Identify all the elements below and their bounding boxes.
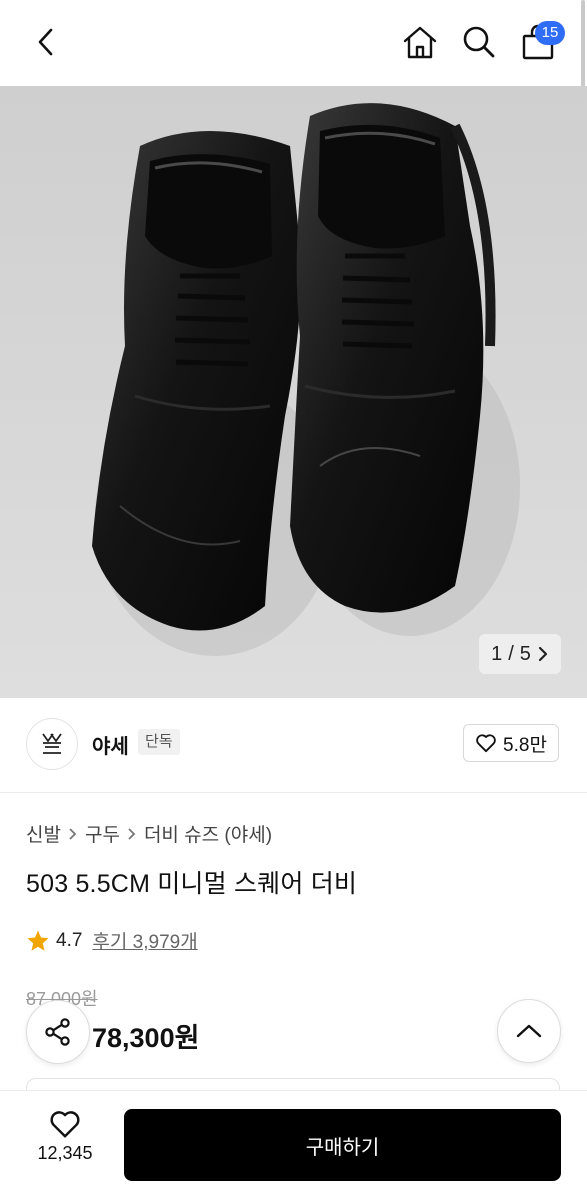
home-button[interactable] (398, 20, 442, 64)
brand-name[interactable]: 야세 (92, 730, 129, 759)
pager-current: 1 (491, 642, 503, 665)
brand-logo-icon (42, 733, 62, 754)
chevron-up-icon (516, 1024, 542, 1038)
brand-like-button[interactable]: 5.8만 (463, 724, 559, 762)
pager-total: 5 (519, 642, 531, 665)
scroll-top-button[interactable] (497, 999, 561, 1063)
brand-like-count: 5.8만 (503, 734, 547, 756)
image-pager[interactable]: 1 / 5 (479, 634, 561, 674)
chevron-right-icon (538, 646, 548, 662)
search-icon (463, 26, 495, 58)
heart-outline-icon (476, 734, 496, 753)
scrollbar[interactable] (581, 0, 585, 96)
brand-row: 야세 단독 5.8만 (0, 698, 587, 793)
product-photo-derby-shoes (0, 86, 587, 698)
breadcrumb: 신발 구두 더비 슈즈 (야세) (26, 820, 272, 847)
share-icon (45, 1018, 70, 1046)
chevron-left-icon (38, 28, 53, 56)
breadcrumb-item-subcategory[interactable]: 구두 (85, 820, 120, 847)
cart-count-badge: 15 (535, 21, 565, 45)
wishlist-count: 12,345 (37, 1143, 93, 1163)
share-button[interactable] (26, 1000, 90, 1064)
review-count-link[interactable]: 후기 3,979개 (92, 927, 197, 954)
breadcrumb-item-brand-category[interactable]: 더비 슈즈 (야세) (144, 820, 272, 847)
back-button[interactable] (24, 20, 68, 64)
rating-value: 4.7 (56, 929, 83, 951)
buy-button[interactable]: 구매하기 (124, 1109, 561, 1181)
exclusive-tag: 단독 (138, 729, 180, 755)
chevron-right-icon (128, 827, 136, 840)
breadcrumb-item-category[interactable]: 신발 (26, 820, 61, 847)
pager-separator: / (508, 642, 514, 665)
heart-outline-icon (50, 1111, 80, 1138)
rating-row: 4.7 후기 3,979개 (26, 927, 198, 954)
product-image-carousel[interactable] (0, 86, 587, 698)
star-icon (27, 930, 49, 951)
wishlist-button[interactable]: 12,345 (26, 1109, 104, 1179)
sale-price: 78,300원 (92, 1023, 200, 1053)
search-button[interactable] (457, 20, 501, 64)
product-title: 503 5.5CM 미니멀 스퀘어 더비 (26, 870, 358, 898)
brand-logo[interactable] (26, 718, 78, 770)
chevron-right-icon (69, 827, 77, 840)
top-app-bar: 15 (0, 0, 587, 96)
bottom-purchase-bar: 12,345 구매하기 (0, 1090, 587, 1201)
home-icon (403, 26, 437, 59)
